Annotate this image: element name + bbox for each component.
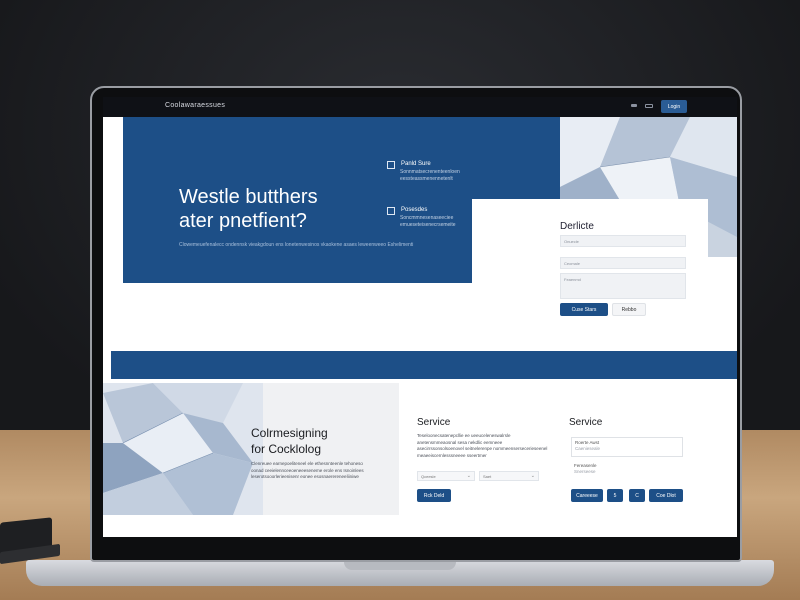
feature-body: Sonnmatsecrenenteenloen eessteassmenenne… — [400, 169, 460, 182]
service-b-button-2[interactable]: 5 — [607, 489, 623, 502]
service-select-1[interactable]: Qceesle ⌄ — [417, 471, 475, 481]
search-icon[interactable] — [645, 104, 653, 108]
panel-title-line-2: for Cocklolog — [251, 442, 322, 456]
service-body-a: Teseloonecsatenepcllie ee ueeuceleneswal… — [417, 433, 548, 458]
laptop-screen: Coolawaraessues Login Westle butthers at… — [103, 97, 737, 537]
panel-title: Colrmesigning for Cocklolog — [251, 425, 391, 457]
feature-title: Posesdes — [401, 207, 428, 213]
chevron-down-icon: ⌄ — [530, 473, 535, 479]
hero-title: Westle butthers ater pnetfient? — [179, 185, 409, 233]
menu-icon[interactable] — [631, 104, 637, 107]
geometric-graphic-left — [103, 383, 263, 515]
feature-icon — [387, 207, 395, 215]
service-b-button-4[interactable]: Coe Dlot — [649, 489, 683, 502]
feature-title: Panld Sure — [401, 161, 431, 167]
field-placeholder: Caenieseale — [575, 446, 601, 451]
panel-title-line-1: Colrmesigning — [251, 426, 328, 440]
service-b-button-1[interactable]: Careeese — [571, 489, 603, 502]
select-value: Qceesle — [421, 474, 436, 479]
form-field-1[interactable]: Onuecle — [560, 235, 686, 247]
blue-divider-band — [111, 351, 737, 379]
service-field-1[interactable]: Roerte Awst Caenieseale — [571, 437, 683, 457]
field-placeholder: Snerseese — [574, 469, 596, 474]
select-value: Saet — [483, 474, 492, 479]
lower-section: Colrmesigning for Cocklolog Clenreuee ea… — [103, 379, 737, 537]
feature-panel: Colrmesigning for Cocklolog Clenreuee ea… — [103, 383, 399, 515]
panel-body: Clenreuee earnepoeliteneel ele ethesnnte… — [251, 461, 364, 479]
service-b-button-3[interactable]: C — [629, 489, 645, 502]
form-submit-button[interactable]: Cuse Stars — [560, 303, 608, 316]
service-field-2[interactable]: Fereasenle Snerseese — [571, 461, 683, 481]
service-title-b: Service — [569, 417, 603, 428]
service-title-a: Service — [417, 417, 451, 428]
brand-name[interactable]: Coolawaraessues — [165, 102, 225, 109]
top-nav-bar: Coolawaraessues Login — [103, 97, 737, 117]
feature-item: Panld Sure Sonnmatsecrenenteenloen eesst… — [387, 161, 490, 183]
service-a-button[interactable]: Rck Deld — [417, 489, 451, 502]
hero-title-line-1: Westle butthers — [179, 186, 318, 208]
form-title: Derlicte — [560, 221, 594, 232]
service-select-2[interactable]: Saet ⌄ — [479, 471, 539, 481]
chevron-down-icon: ⌄ — [466, 473, 471, 479]
feature-icon — [387, 161, 395, 169]
login-button[interactable]: Login — [661, 100, 687, 113]
contact-form-card: Derlicte Onuecle Ceomale Feaenmd Cuse St… — [472, 199, 708, 325]
form-secondary-button[interactable]: Rebbo — [612, 303, 646, 316]
form-textarea[interactable]: Feaenmd — [560, 273, 686, 299]
hero-title-line-2: ater pnetfient? — [179, 210, 307, 232]
hero-subtitle: Clowemeuefenalecc ondennsk vieakgdoun en… — [179, 242, 414, 248]
form-field-2[interactable]: Ceomale — [560, 257, 686, 269]
